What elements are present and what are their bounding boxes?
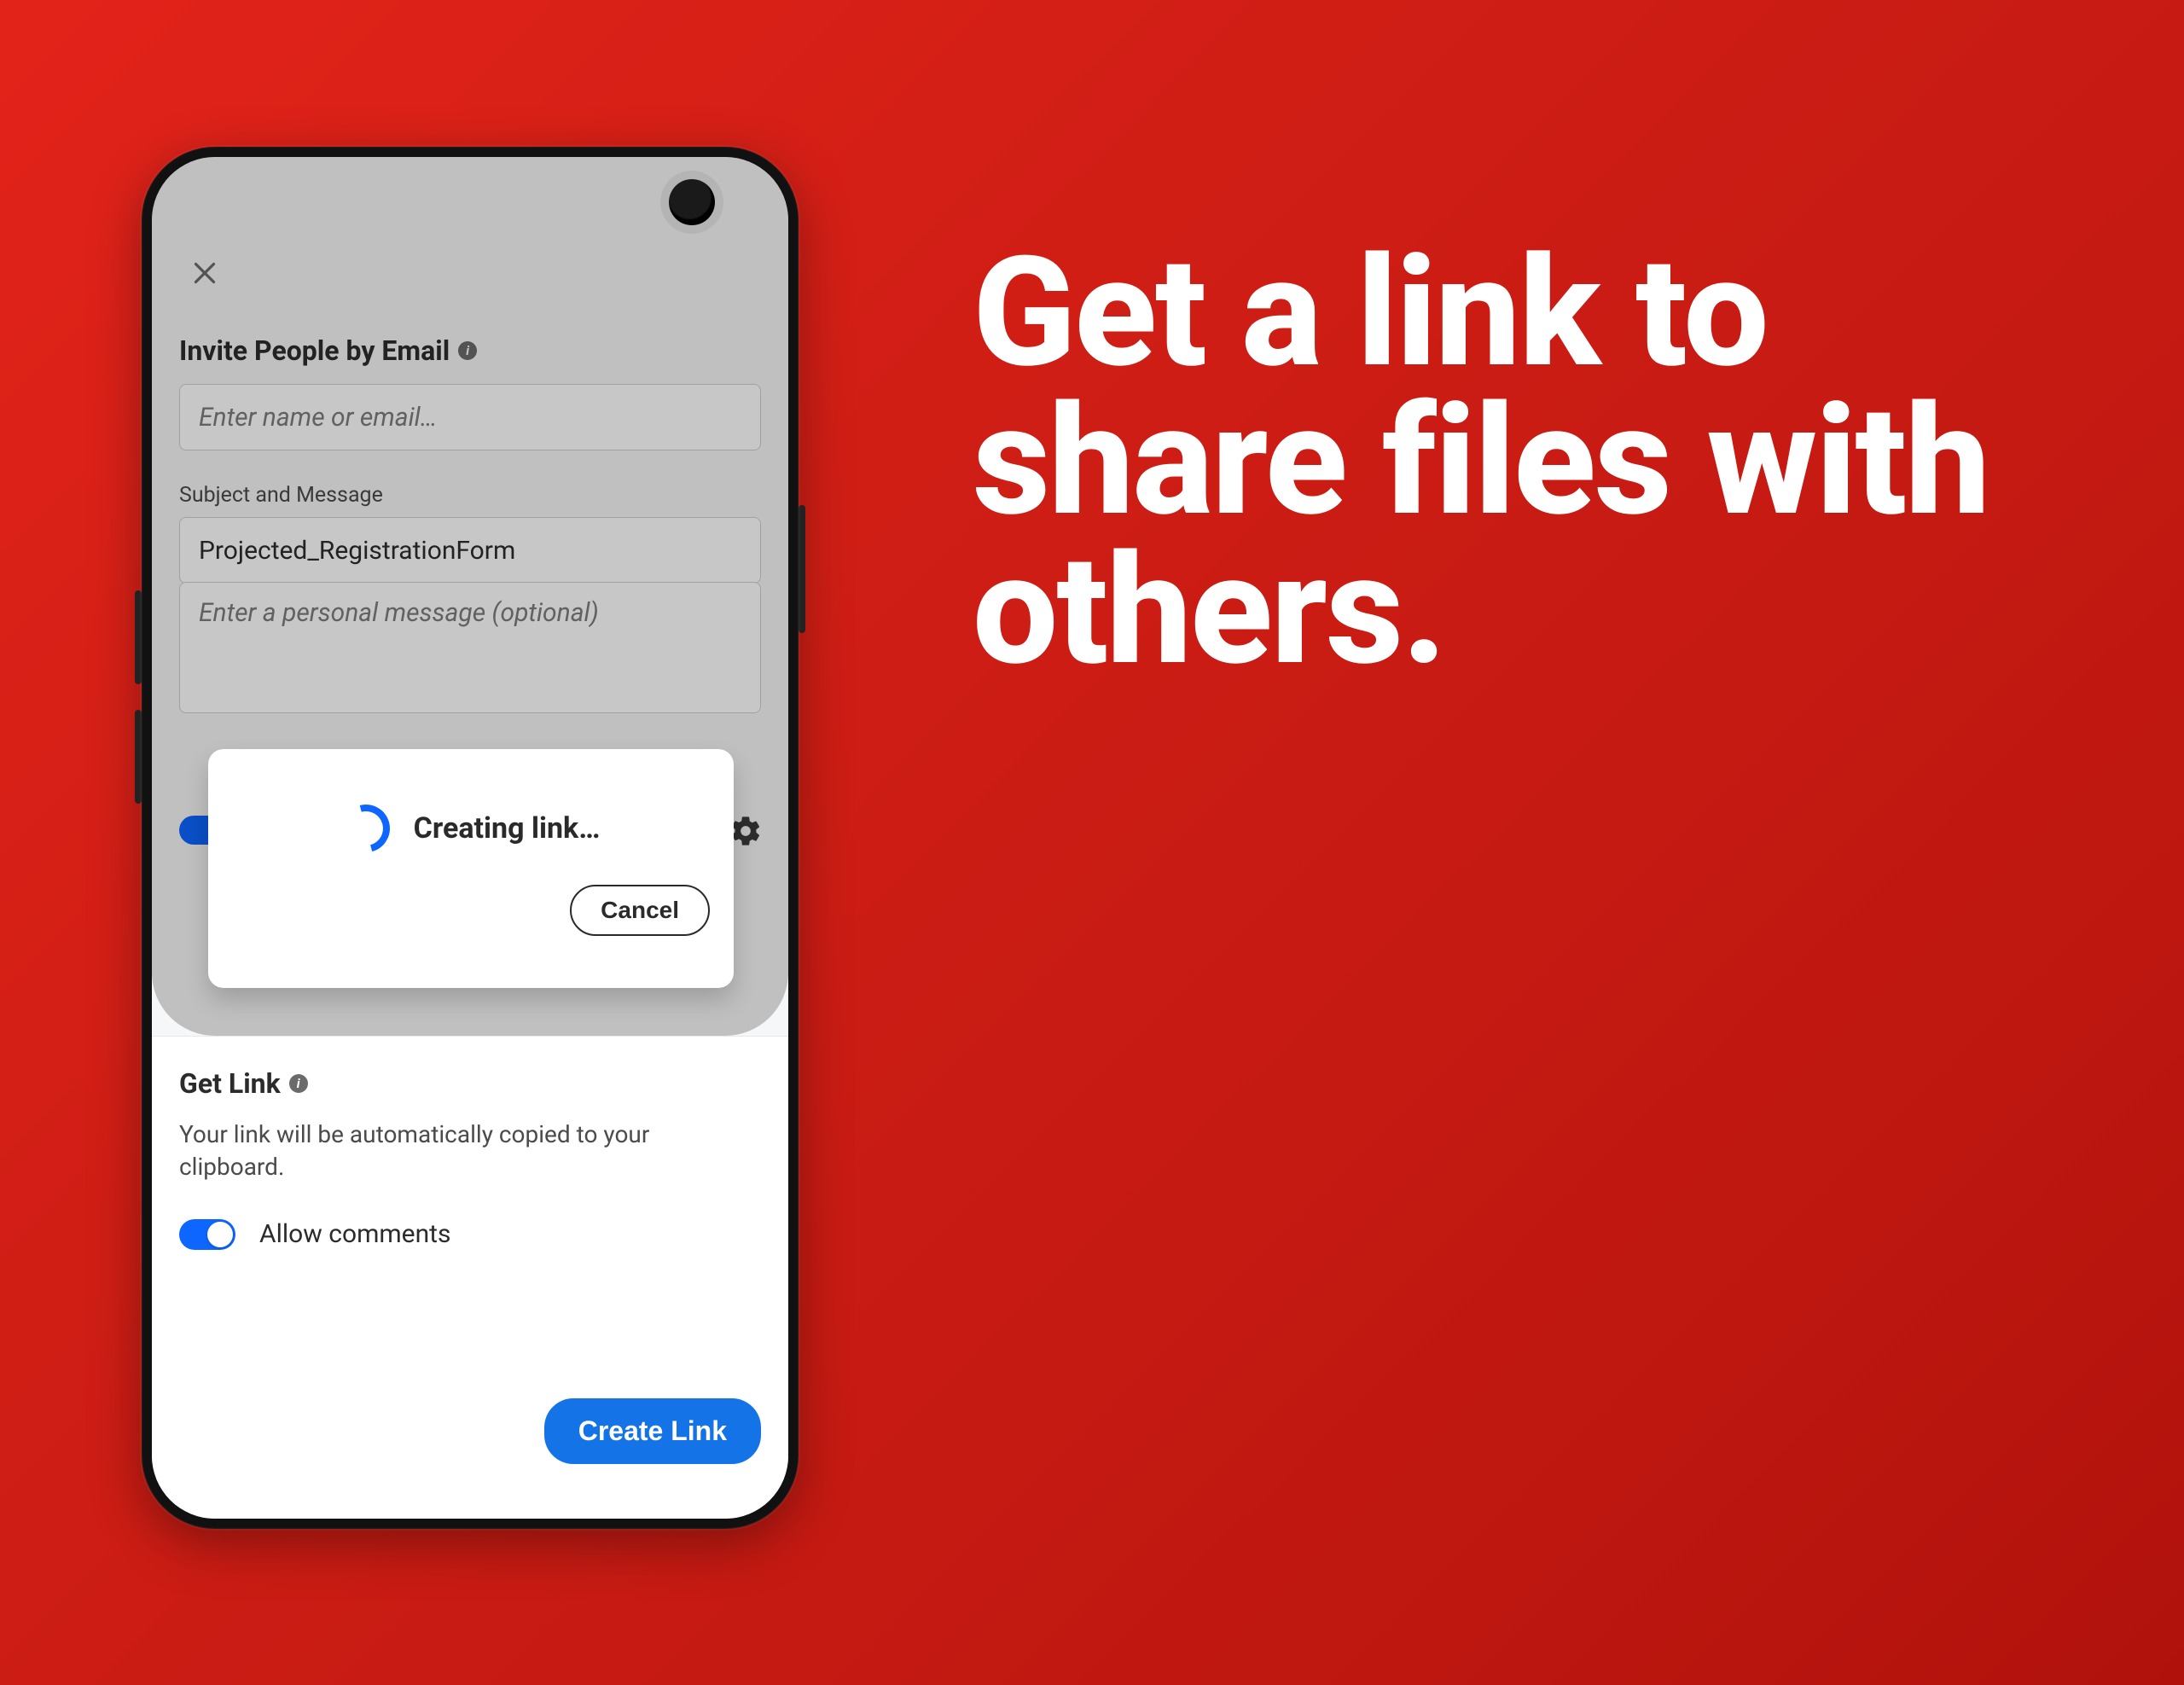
toggle-knob bbox=[207, 1222, 233, 1247]
get-link-title: Get Link bbox=[179, 1067, 281, 1100]
invite-label: Invite People by Email bbox=[179, 334, 450, 367]
allow-comments-row: Allow comments bbox=[179, 1219, 761, 1250]
close-icon[interactable] bbox=[189, 258, 220, 288]
info-icon[interactable]: i bbox=[289, 1074, 308, 1093]
subject-section-label: Subject and Message bbox=[179, 483, 383, 508]
email-placeholder: Enter name or email… bbox=[199, 403, 437, 433]
front-camera bbox=[669, 179, 715, 225]
invite-section-title: Invite People by Email i bbox=[179, 334, 477, 367]
spinner-icon bbox=[333, 796, 398, 861]
info-icon[interactable]: i bbox=[458, 341, 477, 360]
phone-frame: Invite People by Email i Enter name or e… bbox=[142, 147, 799, 1529]
message-field[interactable]: Enter a personal message (optional) bbox=[179, 582, 761, 713]
cancel-button[interactable]: Cancel bbox=[570, 885, 710, 936]
email-field[interactable]: Enter name or email… bbox=[179, 384, 761, 450]
promo-stage: Get a link to share files with others. I… bbox=[0, 0, 2184, 1685]
modal-status-text: Creating link… bbox=[414, 811, 601, 845]
subject-value: Projected_RegistrationForm bbox=[199, 536, 515, 566]
phone-volume-up bbox=[135, 590, 142, 684]
get-link-description: Your link will be automatically copied t… bbox=[179, 1118, 725, 1183]
get-link-title-row: Get Link i bbox=[179, 1067, 761, 1100]
phone-screen: Invite People by Email i Enter name or e… bbox=[152, 157, 788, 1519]
message-placeholder: Enter a personal message (optional) bbox=[199, 598, 599, 628]
allow-comments-label: Allow comments bbox=[259, 1219, 450, 1249]
get-link-panel: Get Link i Your link will be automatical… bbox=[152, 1036, 788, 1519]
phone-power-button bbox=[799, 505, 805, 633]
subject-field[interactable]: Projected_RegistrationForm bbox=[179, 517, 761, 584]
headline: Get a link to share files with others. bbox=[973, 239, 1996, 685]
phone-volume-down bbox=[135, 710, 142, 804]
allow-comments-toggle[interactable] bbox=[179, 1219, 235, 1250]
creating-link-dialog: Creating link… Cancel bbox=[208, 749, 734, 988]
gear-icon[interactable] bbox=[729, 814, 763, 848]
create-link-button[interactable]: Create Link bbox=[544, 1398, 761, 1464]
